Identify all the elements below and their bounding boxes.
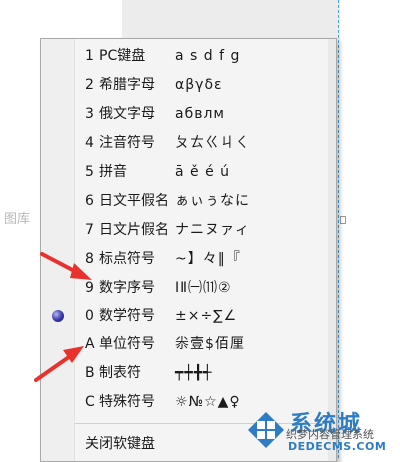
red-arrow-icon xyxy=(34,346,84,382)
annotation-arrows xyxy=(34,252,92,382)
site-watermark: 系统城 织梦内容管理系统 DEDECMS.COM xyxy=(246,404,400,458)
windows-logo-icon xyxy=(248,412,284,448)
watermark-url: DEDECMS.COM xyxy=(288,440,387,453)
red-arrow-icon xyxy=(40,252,92,280)
